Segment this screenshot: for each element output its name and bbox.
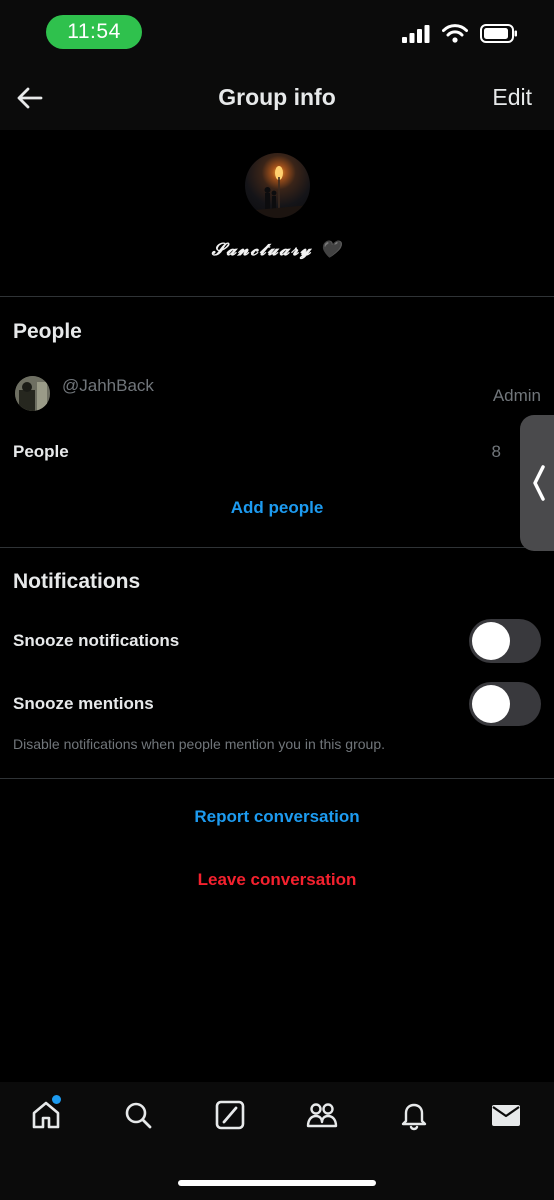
member-handle: @JahhBack bbox=[62, 376, 154, 395]
member-role-badge: Admin bbox=[492, 386, 541, 405]
edit-button[interactable]: Edit bbox=[492, 84, 532, 111]
member-row[interactable]: @JahhBack Admin bbox=[0, 368, 554, 418]
snooze-notifications-label: Snooze notifications bbox=[13, 631, 180, 650]
status-icons bbox=[402, 24, 518, 43]
avatar bbox=[15, 376, 50, 411]
report-conversation-button[interactable]: Report conversation bbox=[0, 807, 554, 827]
status-bar: 11:54 bbox=[0, 0, 554, 64]
bottom-nav bbox=[0, 1082, 554, 1200]
divider bbox=[0, 778, 554, 779]
people-section-title: People bbox=[13, 320, 82, 343]
divider bbox=[0, 547, 554, 548]
group-name: 𝓢𝓪𝓷𝓬𝓽𝓾𝓪𝓻𝔂 🖤 bbox=[211, 240, 343, 260]
snooze-mentions-row: Snooze mentions bbox=[0, 682, 554, 728]
add-people-button[interactable]: Add people bbox=[0, 498, 554, 518]
communities-icon bbox=[306, 1103, 338, 1128]
search-icon bbox=[125, 1102, 152, 1129]
chevron-left-icon bbox=[533, 465, 545, 501]
leave-conversation-button[interactable]: Leave conversation bbox=[0, 870, 554, 890]
notifications-section-title: Notifications bbox=[13, 570, 141, 593]
group-photo-image bbox=[245, 166, 310, 218]
people-count-row[interactable]: People 8 bbox=[0, 438, 554, 468]
notifications-bell-icon bbox=[401, 1103, 427, 1131]
status-time[interactable]: 11:54 bbox=[46, 15, 142, 49]
messages-envelope-icon bbox=[492, 1105, 520, 1126]
toggle-knob bbox=[472, 685, 510, 723]
page-title: Group info bbox=[218, 84, 336, 110]
member-photo-image bbox=[15, 376, 50, 411]
nav-search[interactable] bbox=[121, 1098, 155, 1132]
home-notification-dot bbox=[52, 1095, 61, 1104]
mentions-hint-text: Disable notifications when people mentio… bbox=[13, 736, 386, 752]
people-label: People bbox=[13, 442, 69, 461]
snooze-notifications-toggle[interactable] bbox=[469, 619, 541, 663]
nav-grok[interactable] bbox=[213, 1098, 247, 1132]
home-indicator bbox=[178, 1180, 376, 1186]
group-avatar[interactable] bbox=[245, 153, 310, 218]
snooze-mentions-label: Snooze mentions bbox=[13, 694, 154, 713]
group-info-screen: 11:54 Group info Edit 𝓢𝓪𝓷𝓬𝓽𝓾𝓪𝓻𝔂 🖤 People… bbox=[0, 0, 554, 1200]
wifi-icon bbox=[442, 24, 468, 43]
snooze-mentions-toggle[interactable] bbox=[469, 682, 541, 726]
snooze-notifications-row: Snooze notifications bbox=[0, 619, 554, 665]
nav-notifications[interactable] bbox=[397, 1098, 431, 1132]
side-panel-handle[interactable] bbox=[520, 415, 554, 551]
battery-icon bbox=[480, 24, 517, 43]
divider bbox=[0, 296, 554, 297]
app-header: Group info Edit bbox=[0, 64, 554, 130]
nav-communities[interactable] bbox=[305, 1098, 339, 1132]
nav-messages[interactable] bbox=[489, 1098, 523, 1132]
people-count: 8 bbox=[491, 442, 501, 461]
toggle-knob bbox=[472, 622, 510, 660]
cellular-signal-icon bbox=[402, 24, 430, 43]
grok-icon bbox=[215, 1100, 245, 1130]
